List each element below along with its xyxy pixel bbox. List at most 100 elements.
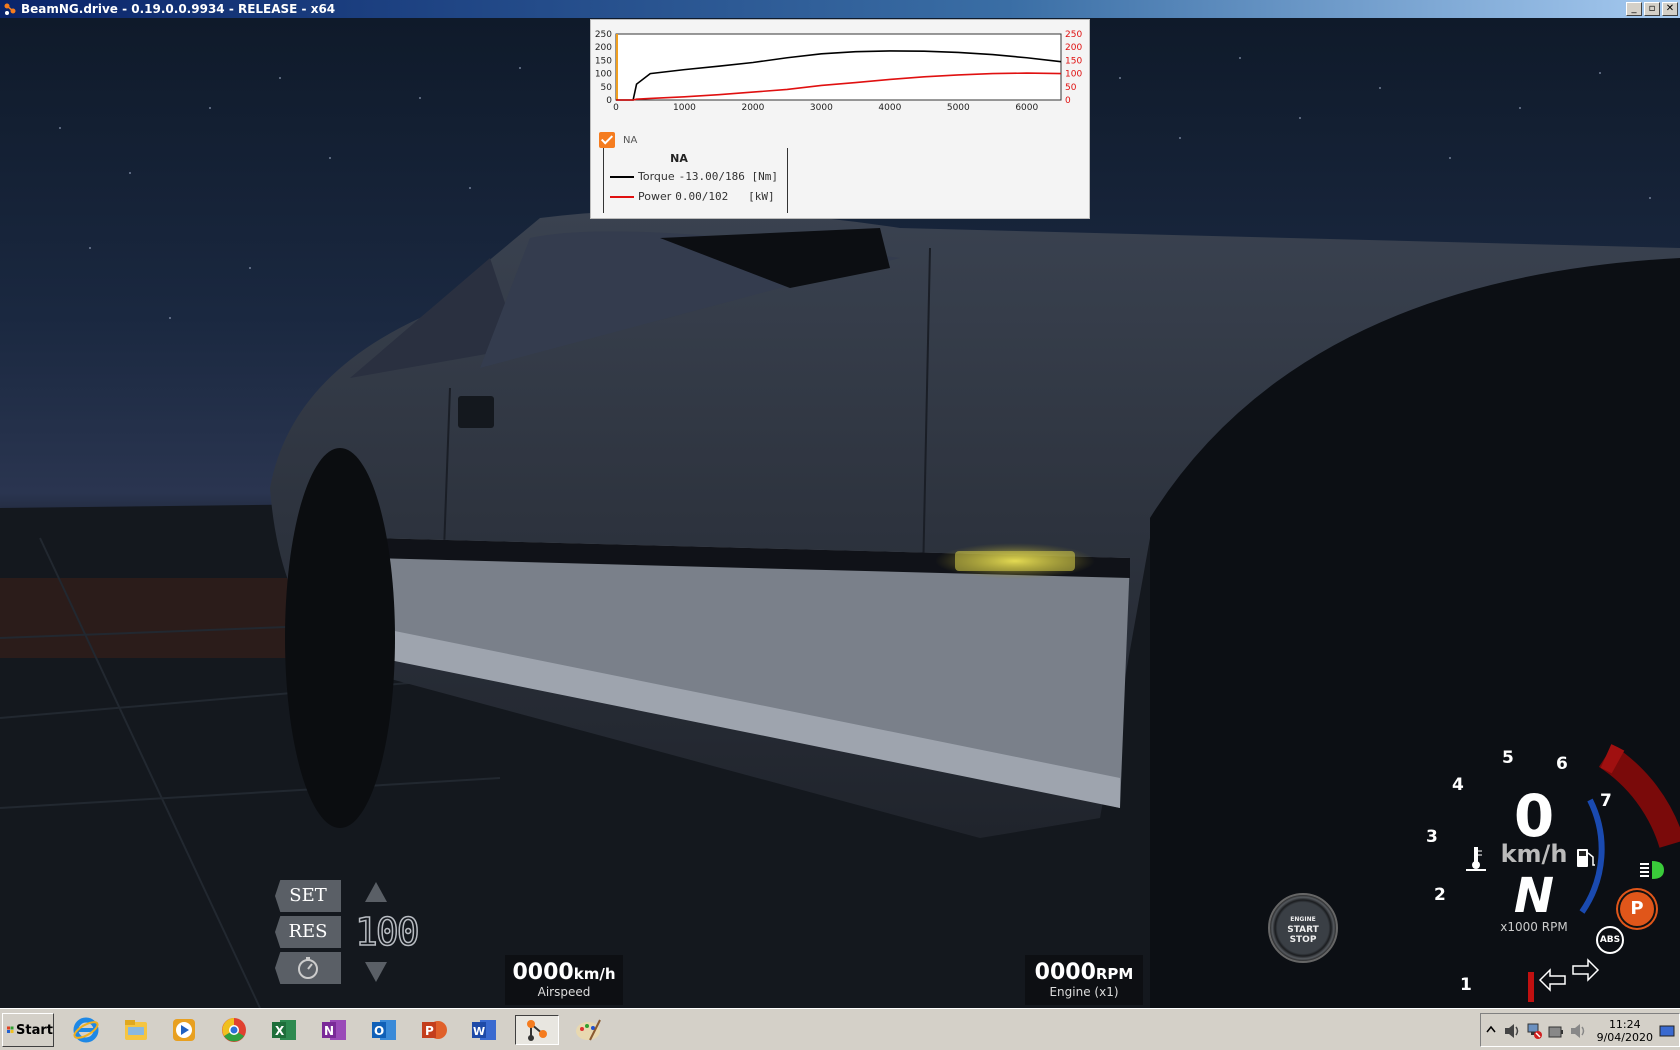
- engine-caption: Engine (x1): [1049, 985, 1119, 999]
- x-axis-tick: 3000: [810, 103, 833, 113]
- start-label: Start: [16, 1022, 53, 1038]
- engine-rpm-value: 0000: [1034, 960, 1096, 985]
- engine-start-stop-button[interactable]: ENGINE START STOP: [1268, 893, 1338, 963]
- clock-time: 11:24: [1608, 1018, 1641, 1031]
- system-tray: 11:24 9/04/2020: [1480, 1013, 1680, 1047]
- internet-explorer-icon[interactable]: [70, 1015, 102, 1045]
- gear-indicator: N: [1513, 868, 1555, 924]
- airspeed-unit: km/h: [573, 965, 616, 983]
- network-icon[interactable]: [1525, 1022, 1543, 1040]
- left-axis-tick: 50: [601, 83, 613, 93]
- outlook-icon[interactable]: O: [368, 1015, 400, 1045]
- chart-legend: NA Torque -13.00/186 [Nm] Power 0.00/102…: [603, 148, 788, 213]
- right-axis-tick: 150: [1065, 56, 1082, 66]
- airspeed-readout: 0000km/h Airspeed: [505, 955, 623, 1005]
- airspeed-value: 0000: [512, 960, 574, 985]
- powerpoint-icon[interactable]: P: [418, 1015, 450, 1045]
- dashboard-gauge: 1 2 3 4 5 6 7 0 km/h N x1000 RPM P ABS: [1380, 740, 1680, 1008]
- torque-curve-panel[interactable]: 250 200 150 100 50 0 250 200 150 100 50 0 0 1000 2000 3…: [590, 19, 1090, 219]
- na-checkbox[interactable]: [599, 132, 615, 148]
- start-button[interactable]: Start: [2, 1013, 54, 1047]
- windows-taskbar: Start X N O P W 11:24 9/04/2020: [0, 1008, 1680, 1050]
- speed-unit: km/h: [1500, 840, 1568, 868]
- power-swatch: [610, 195, 634, 198]
- svg-text:N: N: [324, 1024, 334, 1038]
- excel-icon[interactable]: X: [268, 1015, 300, 1045]
- word-icon[interactable]: W: [468, 1015, 500, 1045]
- window-title-bar: BeamNG.drive - 0.19.0.0.9934 - RELEASE -…: [0, 0, 1680, 18]
- headlight-icon: [1640, 861, 1664, 879]
- svg-text:W: W: [473, 1025, 485, 1038]
- fuel-icon: [1577, 849, 1595, 867]
- minimize-button[interactable]: _: [1626, 2, 1642, 16]
- x-axis-tick: 6000: [1015, 103, 1038, 113]
- rpm-tick-2: 2: [1434, 885, 1446, 905]
- media-player-icon[interactable]: [168, 1015, 200, 1045]
- window-title: BeamNG.drive - 0.19.0.0.9934 - RELEASE -…: [21, 2, 336, 16]
- right-axis-tick: 100: [1065, 70, 1082, 80]
- cruise-set-button[interactable]: SET: [275, 880, 341, 912]
- maximize-button[interactable]: ▫: [1644, 2, 1660, 16]
- rpm-tick-1: 1: [1460, 975, 1472, 995]
- svg-text:O: O: [374, 1024, 384, 1038]
- parking-brake-icon: P: [1620, 892, 1654, 926]
- left-axis-tick: 250: [595, 30, 612, 40]
- right-axis-tick: 200: [1065, 43, 1082, 53]
- plot-area: [615, 33, 1062, 101]
- engine-rpm-unit: RPM: [1095, 965, 1134, 983]
- beamng-taskbar-icon[interactable]: [515, 1015, 559, 1045]
- x-axis-tick: 4000: [878, 103, 901, 113]
- cruise-down-arrow-icon[interactable]: [363, 958, 389, 984]
- power-label: Power: [638, 190, 672, 203]
- volume-icon[interactable]: [1569, 1022, 1587, 1040]
- cruise-speedo-button[interactable]: [275, 952, 341, 984]
- power-value: 0.00/102 [kW]: [675, 190, 775, 203]
- legend-power: Power 0.00/102 [kW]: [610, 190, 775, 203]
- torque-power-chart: 2502001501005002502001501005000 1000 2000 3…: [595, 30, 1083, 113]
- chrome-icon[interactable]: [218, 1015, 250, 1045]
- left-turn-signal-icon: [1538, 968, 1566, 992]
- cruise-res-button[interactable]: RES: [275, 916, 341, 948]
- rpm-tick-6: 6: [1556, 754, 1568, 774]
- file-explorer-icon[interactable]: [120, 1015, 152, 1045]
- legend-torque: Torque -13.00/186 [Nm]: [610, 170, 778, 183]
- svg-text:X: X: [275, 1024, 285, 1038]
- left-axis-tick: 0: [606, 96, 612, 106]
- legend-title: NA: [670, 152, 688, 165]
- rpm-tick-5: 5: [1502, 748, 1514, 768]
- rpm-unit-label: x1000 RPM: [1500, 920, 1568, 934]
- beamng-app-icon: [3, 2, 17, 16]
- right-axis-tick: 250: [1065, 30, 1082, 40]
- onenote-icon[interactable]: N: [318, 1015, 350, 1045]
- torque-label: Torque: [638, 170, 675, 183]
- x-axis-tick: 5000: [947, 103, 970, 113]
- engine-label: ENGINE: [1290, 916, 1316, 923]
- abs-icon: ABS: [1596, 926, 1624, 954]
- right-turn-signal-icon: [1572, 958, 1600, 982]
- x-axis-tick: 0: [613, 103, 619, 113]
- paint-icon[interactable]: [566, 1015, 610, 1045]
- close-button[interactable]: ✕: [1662, 2, 1678, 16]
- battery-icon[interactable]: [1547, 1022, 1565, 1040]
- rpm-tick-7: 7: [1600, 791, 1612, 811]
- windows-logo-icon: [7, 1026, 14, 1034]
- stop-label: STOP: [1289, 935, 1317, 945]
- speaker-icon[interactable]: [1503, 1022, 1521, 1040]
- coolant-temp-icon: [1466, 847, 1486, 871]
- show-desktop-icon[interactable]: [1659, 1024, 1675, 1038]
- rpm-tick-4: 4: [1452, 775, 1464, 795]
- svg-text:P: P: [425, 1024, 434, 1038]
- system-clock[interactable]: 11:24 9/04/2020: [1597, 1018, 1653, 1044]
- clock-date: 9/04/2020: [1596, 1031, 1653, 1044]
- torque-value: -13.00/186 [Nm]: [678, 170, 778, 183]
- show-hidden-icons-icon[interactable]: [1485, 1024, 1497, 1036]
- handbrake-indicator: [1528, 972, 1534, 1002]
- rpm-tick-3: 3: [1426, 827, 1438, 847]
- torque-swatch: [610, 175, 634, 178]
- x-axis-tick: 1000: [673, 103, 696, 113]
- x-axis-tick: 2000: [741, 103, 764, 113]
- speedometer-icon: [298, 957, 318, 979]
- cruise-up-arrow-icon[interactable]: [363, 880, 389, 906]
- cruise-speed: 100: [354, 909, 420, 955]
- start-label: START: [1287, 925, 1319, 935]
